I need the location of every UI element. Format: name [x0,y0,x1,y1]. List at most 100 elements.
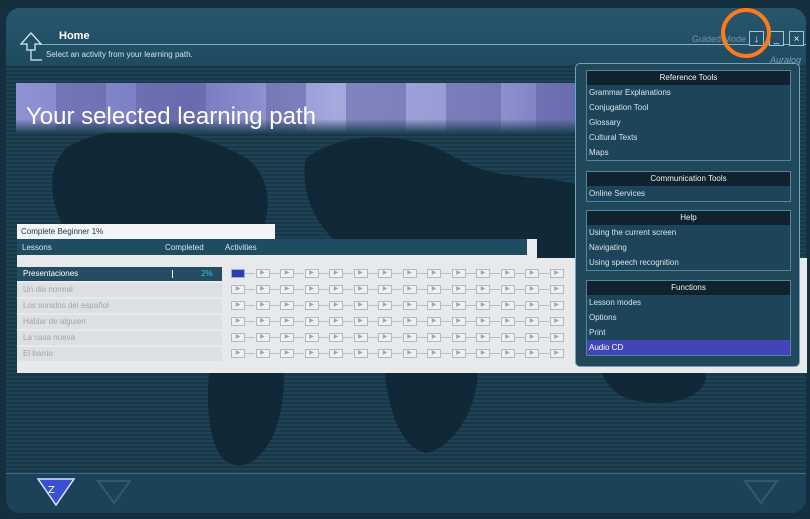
activity-button[interactable]: ▶ [451,333,466,342]
activity-button[interactable]: ▶ [525,301,539,310]
activity-button[interactable]: ▶ [304,317,319,326]
activity-button[interactable]: ▶ [525,349,539,358]
activity-button[interactable]: ▶ [231,333,245,342]
activity-button[interactable]: ▶ [525,285,539,294]
activity-button[interactable]: ▶ [427,349,441,358]
activity-button[interactable]: ▶ [329,301,343,310]
activity-button[interactable]: ▶ [280,317,294,326]
activity-button[interactable]: ▶ [280,285,294,294]
minimize-icon[interactable]: _ [769,31,784,46]
activity-button[interactable]: ▶ [353,285,368,294]
activity-button[interactable]: ▶ [353,301,368,310]
lesson-row[interactable]: Los sonidos del español [17,299,222,313]
forward-nav-icon[interactable] [741,477,781,507]
activity-button[interactable]: ▶ [402,285,417,294]
activity-button[interactable]: ▶ [329,285,343,294]
activity-button[interactable]: ▶ [280,269,294,278]
activity-button[interactable] [231,269,245,278]
activity-button[interactable]: ▶ [304,269,319,278]
lesson-row[interactable]: El barrio [17,347,222,361]
activity-button[interactable]: ▶ [402,317,417,326]
menu-item-current-screen[interactable]: Using the current screen [587,225,790,240]
activity-button[interactable]: ▶ [231,349,245,358]
activity-button[interactable]: ▶ [549,333,564,342]
activity-button[interactable]: ▶ [500,285,515,294]
activity-button[interactable]: ▶ [402,333,417,342]
activity-button[interactable]: ▶ [451,285,466,294]
activity-button[interactable]: ▶ [378,349,392,358]
activity-button[interactable]: ▶ [353,333,368,342]
activity-button[interactable]: ▶ [427,333,441,342]
activity-button[interactable]: ▶ [329,317,343,326]
activity-button[interactable]: ▶ [476,333,490,342]
activity-button[interactable]: ▶ [549,301,564,310]
menu-item-print[interactable]: Print [587,325,790,340]
activity-button[interactable]: ▶ [525,269,539,278]
activity-button[interactable]: ▶ [280,349,294,358]
menu-item-conjugation[interactable]: Conjugation Tool [587,100,790,115]
activity-button[interactable]: ▶ [280,301,294,310]
activity-button[interactable]: ▶ [500,269,515,278]
activity-button[interactable]: ▶ [500,333,515,342]
activity-button[interactable]: ▶ [525,317,539,326]
activity-button[interactable]: ▶ [255,269,270,278]
activity-button[interactable]: ▶ [378,269,392,278]
activity-button[interactable]: ▶ [427,285,441,294]
back-nav-icon[interactable] [94,477,134,507]
zoom-nav-icon[interactable]: Z [34,475,78,509]
activity-button[interactable]: ▶ [353,269,368,278]
activity-button[interactable]: ▶ [255,317,270,326]
activity-button[interactable]: ▶ [549,317,564,326]
menu-item-online-services[interactable]: Online Services [587,186,790,201]
activity-button[interactable]: ▶ [231,285,245,294]
activity-button[interactable]: ▶ [549,285,564,294]
activity-button[interactable]: ▶ [525,333,539,342]
menu-item-options[interactable]: Options [587,310,790,325]
menu-item-speech-recognition[interactable]: Using speech recognition [587,255,790,270]
menu-item-maps[interactable]: Maps [587,145,790,160]
activity-button[interactable]: ▶ [549,269,564,278]
menu-item-lesson-modes[interactable]: Lesson modes [587,295,790,310]
activity-button[interactable]: ▶ [280,333,294,342]
activity-button[interactable]: ▶ [255,349,270,358]
activity-button[interactable]: ▶ [231,301,245,310]
activity-button[interactable]: ▶ [304,349,319,358]
activity-button[interactable]: ▶ [427,301,441,310]
activity-button[interactable]: ▶ [329,349,343,358]
activity-button[interactable]: ▶ [304,301,319,310]
lesson-row[interactable]: La casa nueva [17,331,222,345]
activity-button[interactable]: ▶ [500,301,515,310]
activity-button[interactable]: ▶ [476,301,490,310]
menu-item-navigating[interactable]: Navigating [587,240,790,255]
activity-button[interactable]: ▶ [476,269,490,278]
activity-button[interactable]: ▶ [353,349,368,358]
activity-button[interactable]: ▶ [476,285,490,294]
activity-button[interactable]: ▶ [476,317,490,326]
activity-button[interactable]: ▶ [329,269,343,278]
activity-button[interactable]: ▶ [304,333,319,342]
menu-item-audio-cd[interactable]: Audio CD [587,340,790,355]
activity-button[interactable]: ▶ [500,317,515,326]
level-tab[interactable]: Complete Beginner 1% [17,224,275,239]
activity-button[interactable]: ▶ [427,317,441,326]
activity-button[interactable]: ▶ [549,349,564,358]
menu-item-glossary[interactable]: Glossary [587,115,790,130]
activity-button[interactable]: ▶ [304,285,319,294]
activity-button[interactable]: ▶ [451,317,466,326]
activity-button[interactable]: ▶ [329,333,343,342]
activity-button[interactable]: ▶ [231,317,245,326]
close-icon[interactable]: × [789,31,804,46]
menu-item-cultural-texts[interactable]: Cultural Texts [587,130,790,145]
lesson-row[interactable]: Hablar de alguien [17,315,222,329]
activity-button[interactable]: ▶ [451,269,466,278]
home-arrow-icon[interactable] [18,30,44,64]
activity-button[interactable]: ▶ [500,349,515,358]
activity-button[interactable]: ▶ [378,317,392,326]
activity-button[interactable]: ▶ [451,301,466,310]
activity-button[interactable]: ▶ [402,269,417,278]
activity-button[interactable]: ▶ [255,333,270,342]
activity-button[interactable]: ▶ [378,285,392,294]
activity-button[interactable]: ▶ [451,349,466,358]
activity-button[interactable]: ▶ [378,333,392,342]
activity-button[interactable]: ▶ [255,285,270,294]
